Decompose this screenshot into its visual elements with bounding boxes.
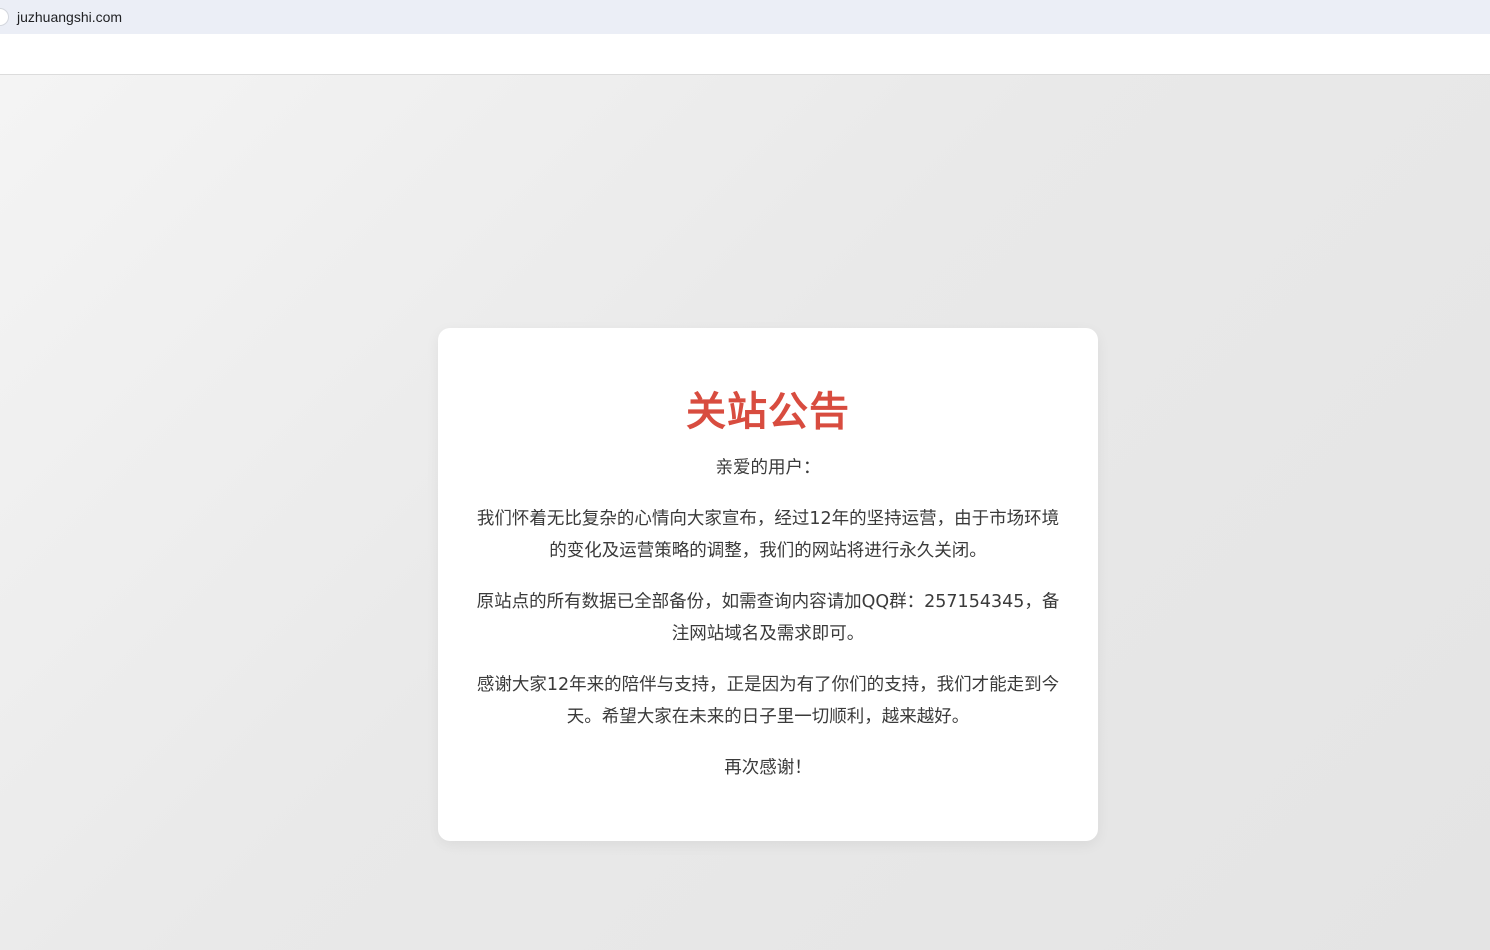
notice-closing: 再次感谢！: [724, 758, 812, 778]
notice-greeting: 亲爱的用户：: [715, 458, 821, 478]
notice-title: 关站公告: [686, 389, 850, 435]
address-bar[interactable]: juzhuangshi.com: [0, 0, 1490, 34]
url-text[interactable]: juzhuangshi.com: [17, 8, 122, 26]
site-info-icon[interactable]: [0, 8, 9, 26]
browser-toolbar: [0, 34, 1490, 75]
notice-paragraph-closure: 我们怀着无比复杂的心情向大家宣布，经过12年的坚持运营，由于市场环境的变化及运营…: [476, 509, 1060, 561]
notice-paragraph-thanks: 感谢大家12年来的陪伴与支持，正是因为有了你们的支持，我们才能走到今天。希望大家…: [476, 675, 1060, 727]
notice-card: 关站公告 亲爱的用户： 我们怀着无比复杂的心情向大家宣布，经过12年的坚持运营，…: [438, 328, 1098, 841]
notice-paragraph-backup: 原站点的所有数据已全部备份，如需查询内容请加QQ群：257154345，备注网站…: [476, 592, 1060, 644]
